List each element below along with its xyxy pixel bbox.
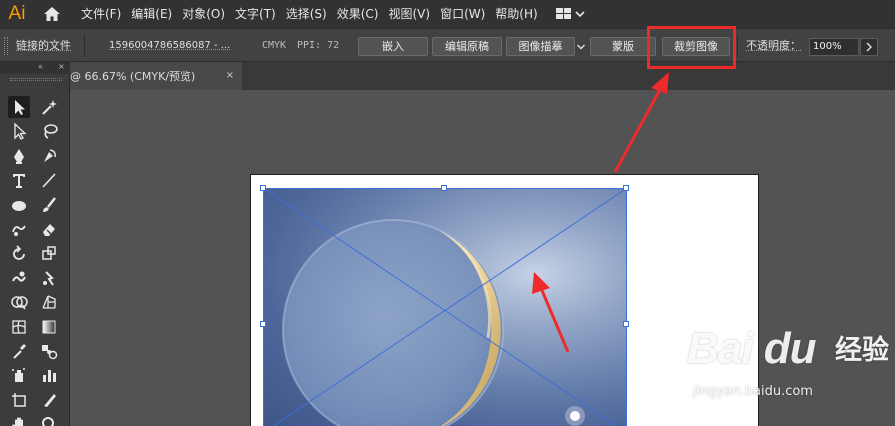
- watermark-url: jingyan.baidu.com: [693, 384, 813, 399]
- illustrator-window: Ai 文件(F) 编辑(E) 对象(O) 文字(T) 选择(S) 效果(C) 视图(V) 窗口…: [0, 0, 895, 426]
- watermark-logo: Bai du: [687, 324, 816, 373]
- baidu-jingyan-watermark: Bai du 经验 jingyan.baidu.com: [687, 324, 895, 426]
- watermark-jingyan-text: 经验: [835, 335, 889, 366]
